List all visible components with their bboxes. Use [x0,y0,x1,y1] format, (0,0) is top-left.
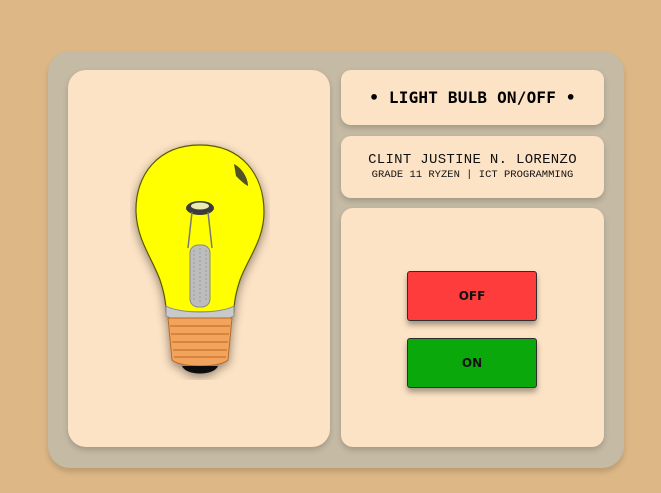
app-title: • LIGHT BULB ON/OFF • [369,88,576,107]
off-button[interactable]: OFF [407,271,537,321]
on-button[interactable]: ON [407,338,537,388]
title-card: • LIGHT BULB ON/OFF • [341,70,604,125]
control-panel [341,208,604,447]
author-card: CLINT JUSTINE N. LORENZO GRADE 11 RYZEN … [341,136,604,198]
author-subtitle: GRADE 11 RYZEN | ICT PROGRAMMING [371,169,574,181]
author-name: CLINT JUSTINE N. LORENZO [368,152,577,168]
light-bulb-icon [135,144,265,374]
